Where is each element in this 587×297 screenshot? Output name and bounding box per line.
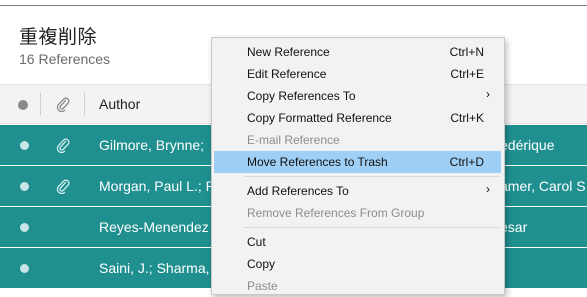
menu-item-copy-formatted-reference[interactable]: Copy Formatted Reference Ctrl+K — [214, 107, 501, 129]
menu-item-email-reference[interactable]: E-mail Reference — [214, 129, 501, 151]
menu-item-copy-references-to[interactable]: Copy References To › — [214, 85, 501, 107]
column-divider — [84, 93, 85, 115]
menu-item-label: Copy — [247, 257, 276, 271]
paperclip-icon — [56, 138, 70, 153]
menu-item-shortcut: Ctrl+D — [449, 155, 484, 169]
menu-item-remove-from-group[interactable]: Remove References From Group — [214, 202, 501, 224]
author-cell: Morgan, Paul L.; P — [99, 178, 215, 194]
menu-separator — [244, 176, 499, 177]
read-status-dot-icon[interactable] — [20, 141, 29, 150]
menu-item-copy[interactable]: Copy — [214, 253, 501, 275]
menu-item-add-references-to[interactable]: Add References To › — [214, 180, 501, 202]
author-column-header[interactable]: Author — [99, 96, 140, 112]
menu-item-label: Edit Reference — [247, 67, 327, 81]
read-status-dot-icon[interactable] — [20, 223, 29, 232]
window-top-border — [0, 0, 587, 6]
menu-item-cut[interactable]: Cut — [214, 231, 501, 253]
context-menu: New Reference Ctrl+N Edit Reference Ctrl… — [211, 37, 505, 295]
menu-item-shortcut: Ctrl+N — [449, 45, 484, 59]
menu-item-paste[interactable]: Paste — [214, 275, 501, 297]
chevron-right-icon: › — [486, 182, 490, 196]
menu-item-label: Move References to Trash — [247, 155, 388, 169]
menu-item-edit-reference[interactable]: Edit Reference Ctrl+E — [214, 63, 501, 85]
paperclip-icon — [56, 179, 70, 194]
menu-item-label: E-mail Reference — [247, 133, 340, 147]
menu-item-move-to-trash[interactable]: Move References to Trash Ctrl+D — [214, 151, 501, 173]
author-cell: Gilmore, Brynne; — [99, 137, 205, 153]
title-cell: amer, Carol S — [500, 178, 586, 194]
author-cell: Reyes-Menendez — [99, 219, 209, 235]
attachment-column-icon[interactable] — [55, 96, 71, 112]
title-cell: édérique — [500, 137, 555, 153]
group-title: 重複削除 — [19, 27, 98, 48]
author-cell: Saini, J.; Sharma, — [99, 260, 210, 276]
menu-item-label: Add References To — [247, 184, 349, 198]
menu-item-shortcut: Ctrl+K — [450, 111, 484, 125]
menu-separator — [244, 227, 499, 228]
reference-count: 16 References — [19, 51, 111, 67]
menu-item-label: Copy References To — [247, 89, 356, 103]
menu-item-new-reference[interactable]: New Reference Ctrl+N — [214, 41, 501, 63]
menu-item-label: Copy Formatted Reference — [247, 111, 392, 125]
chevron-right-icon: › — [486, 87, 490, 101]
menu-item-label: Remove References From Group — [247, 206, 425, 220]
menu-item-label: Cut — [247, 235, 266, 249]
read-status-dot-icon[interactable] — [20, 182, 29, 191]
column-divider — [40, 93, 41, 115]
menu-item-label: New Reference — [247, 45, 330, 59]
menu-item-shortcut: Ctrl+E — [450, 67, 484, 81]
read-status-column-icon[interactable] — [18, 100, 28, 110]
menu-item-label: Paste — [247, 279, 278, 293]
read-status-dot-icon[interactable] — [20, 264, 29, 273]
